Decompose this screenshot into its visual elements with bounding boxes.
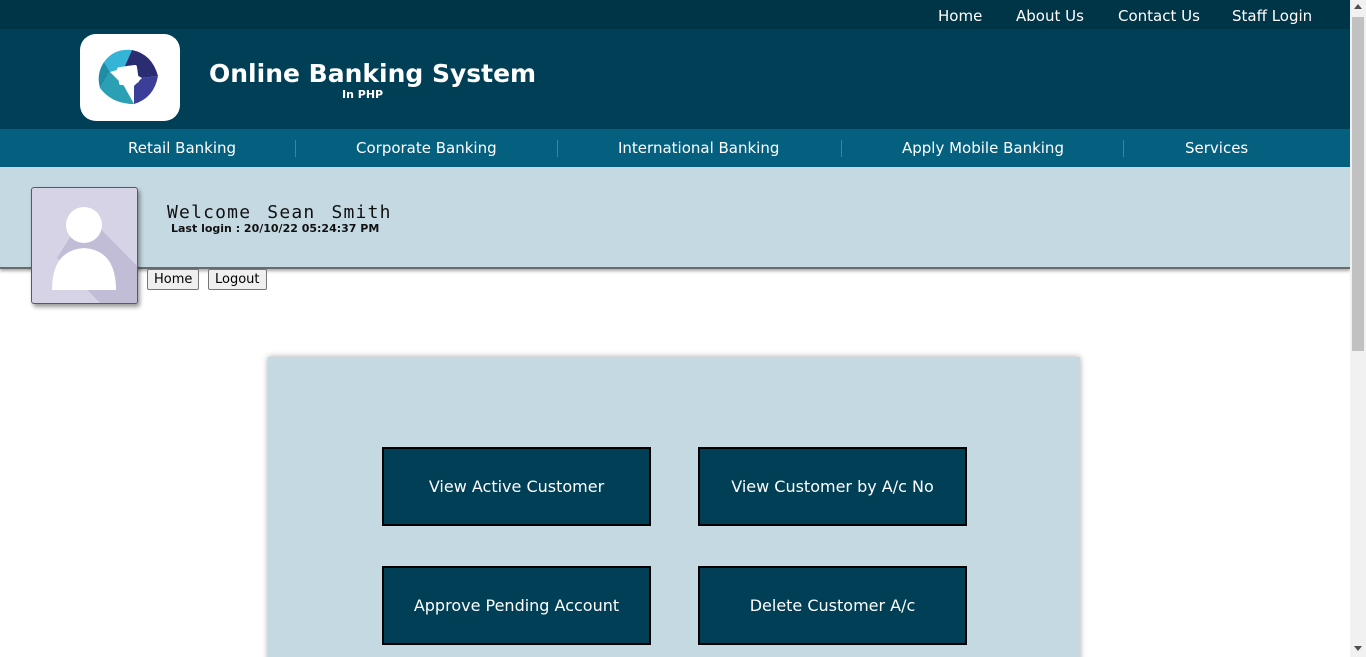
main-nav: Retail Banking Corporate Banking Interna…: [0, 129, 1350, 167]
home-button[interactable]: Home: [147, 269, 200, 290]
scrollbar-thumb[interactable]: [1352, 17, 1364, 351]
nav-corporate-banking[interactable]: Corporate Banking: [356, 139, 497, 157]
last-login-text: Last login : 20/10/22 05:24:37 PM: [171, 222, 380, 235]
view-active-customer-button[interactable]: View Active Customer: [382, 447, 651, 526]
nav-divider: [841, 140, 842, 157]
view-customer-by-account-button[interactable]: View Customer by A/c No: [698, 447, 967, 526]
bank-logo[interactable]: [80, 34, 180, 121]
nav-apply-mobile-banking[interactable]: Apply Mobile Banking: [902, 139, 1064, 157]
site-subtitle: In PHP: [342, 88, 384, 101]
nav-divider: [1123, 140, 1124, 157]
nav-retail-banking[interactable]: Retail Banking: [128, 139, 236, 157]
delete-customer-account-button[interactable]: Delete Customer A/c: [698, 566, 967, 645]
nav-divider: [295, 140, 296, 157]
page-scrollbar[interactable]: [1350, 0, 1366, 657]
top-nav-about-link[interactable]: About Us: [1016, 7, 1084, 25]
nav-international-banking[interactable]: International Banking: [618, 139, 779, 157]
top-nav-contact-link[interactable]: Contact Us: [1118, 7, 1200, 25]
logout-button[interactable]: Logout: [208, 269, 267, 290]
scroll-down-arrow-icon[interactable]: [1354, 646, 1362, 651]
site-title: Online Banking System: [209, 59, 537, 88]
top-nav-staff-login-link[interactable]: Staff Login: [1232, 7, 1312, 25]
bank-logo-icon: [98, 49, 158, 104]
staff-actions-panel: View Active Customer View Customer by A/…: [268, 357, 1080, 657]
nav-divider: [557, 140, 558, 157]
top-nav-home-link[interactable]: Home: [938, 7, 982, 25]
welcome-message: Welcome Sean Smith: [167, 202, 392, 223]
user-avatar-icon: [31, 187, 138, 304]
approve-pending-account-button[interactable]: Approve Pending Account: [382, 566, 651, 645]
top-bar: Home About Us Contact Us Staff Login: [0, 0, 1350, 29]
site-header: Online Banking System In PHP: [0, 29, 1350, 129]
scroll-up-arrow-icon[interactable]: [1354, 4, 1362, 9]
nav-services[interactable]: Services: [1185, 139, 1248, 157]
